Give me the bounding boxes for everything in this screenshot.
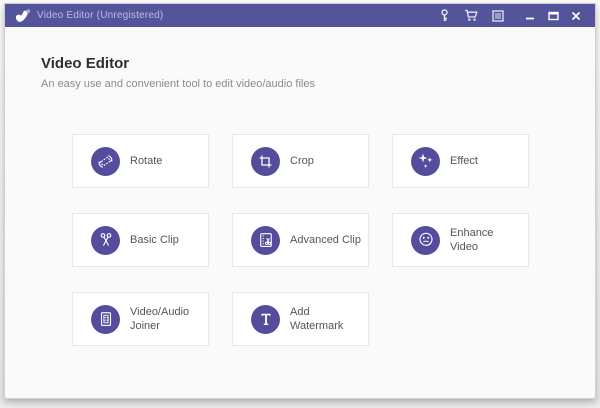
rotate-icon	[91, 146, 120, 176]
tool-card-label: Rotate	[130, 154, 163, 167]
text-t-icon	[251, 304, 280, 334]
tool-card-label: Enhance Video	[450, 226, 494, 253]
film-scissors-icon	[251, 225, 280, 255]
tool-card-crop[interactable]: Crop	[232, 134, 369, 188]
app-window: Video Editor (Unregistered) Video Editor…	[4, 3, 596, 399]
tool-card-label: Crop	[290, 154, 314, 167]
scissors-icon	[91, 225, 120, 255]
main-content: Video Editor An easy use and convenient …	[5, 27, 595, 398]
tool-card-label: Add Watermark	[290, 305, 344, 332]
title-bar: Video Editor (Unregistered)	[5, 4, 595, 27]
page-subtitle: An easy use and convenient tool to edit …	[41, 78, 315, 90]
tool-card-label: Advanced Clip	[290, 233, 361, 246]
tool-card-video-audio-joiner[interactable]: Video/Audio Joiner	[72, 292, 209, 346]
close-button[interactable]	[569, 9, 583, 23]
titlebar-tool-icons	[437, 9, 505, 23]
tool-card-enhance-video[interactable]: Enhance Video	[392, 213, 529, 267]
tool-card-label: Video/Audio Joiner	[130, 305, 190, 332]
minimize-button[interactable]	[523, 9, 537, 23]
film-reel-icon	[411, 225, 440, 255]
tool-card-effect[interactable]: Effect	[392, 134, 529, 188]
film-strip-icon	[91, 304, 120, 334]
tool-card-add-watermark[interactable]: Add Watermark	[232, 292, 369, 346]
menu-icon[interactable]	[491, 9, 505, 23]
tool-card-advanced-clip[interactable]: Advanced Clip	[232, 213, 369, 267]
page-title: Video Editor	[41, 55, 130, 72]
window-controls	[523, 9, 583, 23]
app-logo-icon	[13, 7, 31, 24]
tool-card-rotate[interactable]: Rotate	[72, 134, 209, 188]
cart-icon[interactable]	[464, 9, 478, 23]
sparkles-icon	[411, 146, 440, 176]
key-icon[interactable]	[437, 9, 451, 23]
maximize-button[interactable]	[546, 9, 560, 23]
tool-grid: Rotate Crop Effect Basic Clip Advanced C…	[72, 134, 595, 346]
tool-card-basic-clip[interactable]: Basic Clip	[72, 213, 209, 267]
tool-card-label: Effect	[450, 154, 478, 167]
window-title: Video Editor (Unregistered)	[37, 10, 164, 21]
tool-card-label: Basic Clip	[130, 233, 179, 246]
crop-icon	[251, 146, 280, 176]
